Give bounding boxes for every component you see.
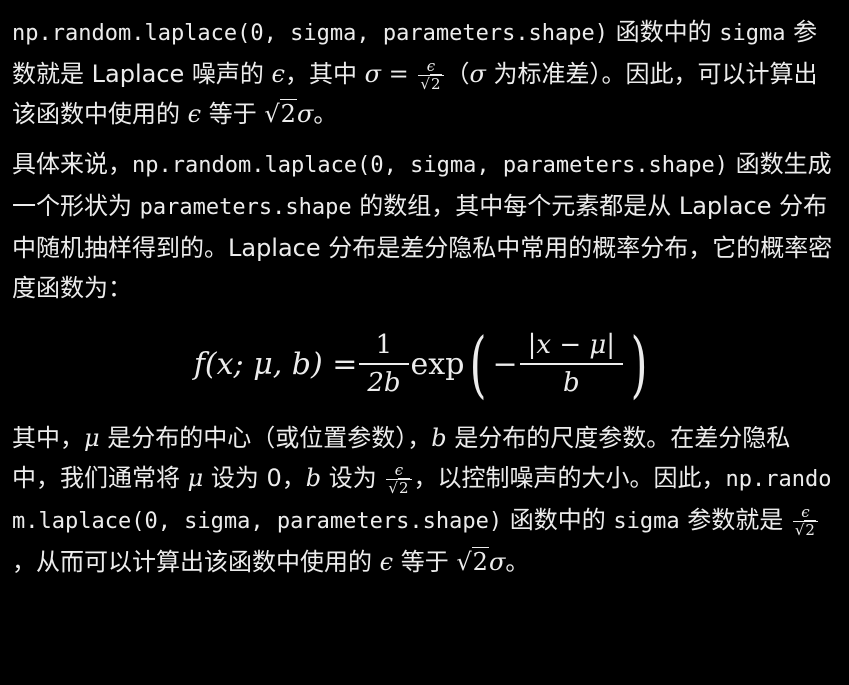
- math-mu: μ: [187, 464, 204, 492]
- math-b: b: [305, 464, 322, 492]
- math-sigma: σ: [469, 60, 486, 88]
- formula-minus: −: [492, 346, 518, 382]
- fraction-numerator: |x − μ|: [527, 330, 616, 360]
- left-paren: (: [470, 322, 487, 406]
- text: 等于: [393, 548, 457, 576]
- text: 具体来说，: [12, 150, 132, 178]
- text: 设为: [321, 464, 385, 492]
- paragraph-2: 具体来说，np.random.laplace(0, sigma, paramet…: [12, 144, 835, 308]
- text: 。: [313, 100, 338, 128]
- sqrt-argument: 2: [279, 99, 297, 128]
- inline-code: np.random.laplace(0, sigma, parameters.s…: [12, 21, 609, 46]
- fraction-numerator: ϵ: [394, 460, 404, 479]
- formula-inner-fraction: |x − μ| b: [519, 327, 624, 401]
- inline-code: sigma: [719, 21, 786, 46]
- math-sigma-equals: σ =: [364, 60, 417, 88]
- math-mu: μ: [84, 424, 100, 452]
- paragraph-1: np.random.laplace(0, sigma, parameters.s…: [12, 12, 835, 134]
- fraction-numerator: ϵ: [426, 56, 436, 75]
- sqrt-argument: 2: [397, 477, 410, 497]
- text: ，从而可以计算出该函数中使用的: [12, 548, 380, 576]
- inline-code: sigma: [613, 509, 680, 534]
- fraction-numerator: 1: [375, 330, 393, 360]
- sqrt-argument: 2: [429, 73, 442, 93]
- math-epsilon: ϵ: [187, 100, 202, 128]
- math-b: b: [431, 424, 447, 452]
- math-fraction: ϵ √2: [418, 56, 444, 93]
- text: ，其中: [285, 60, 365, 88]
- text: 设为 0，: [203, 464, 306, 492]
- math-sqrt: √2: [264, 99, 297, 128]
- text: 其中，: [12, 424, 84, 452]
- text: 。: [505, 548, 530, 576]
- inline-code: parameters.shape: [139, 195, 352, 220]
- fraction-denominator: 2b: [359, 363, 409, 401]
- math-sqrt: √2: [456, 547, 489, 576]
- inline-code: np.random.laplace(0, sigma, parameters.s…: [132, 153, 729, 178]
- math-epsilon: ϵ: [379, 548, 394, 576]
- fraction-denominator: √2: [792, 519, 818, 539]
- right-paren: ): [630, 322, 648, 406]
- answer-text: np.random.laplace(0, sigma, parameters.s…: [0, 0, 849, 582]
- fraction-numerator: ϵ: [801, 502, 810, 521]
- paragraph-3: 其中，μ 是分布的中心（或位置参数），b 是分布的尺度参数。在差分隐私中，我们通…: [12, 418, 835, 582]
- sqrt-argument: 2: [804, 519, 816, 539]
- text: 函数中的: [502, 506, 614, 534]
- fraction-denominator: b: [519, 363, 624, 401]
- text: （: [445, 60, 470, 88]
- text: 函数中的: [608, 18, 720, 46]
- math-sigma: σ: [488, 548, 506, 576]
- text: 参数就是: [679, 506, 791, 534]
- math-fraction: ϵ √2: [792, 502, 818, 539]
- text: 等于: [201, 100, 265, 128]
- formula-fraction: 1 2b: [359, 327, 409, 401]
- math-fraction: ϵ √2: [386, 460, 412, 497]
- fraction-denominator: √2: [418, 73, 444, 93]
- text: 是分布的中心（或位置参数），: [99, 424, 432, 452]
- fraction-denominator: √2: [386, 477, 412, 497]
- formula-lhs: f(x; μ, b) =: [193, 346, 358, 382]
- math-epsilon: ϵ: [271, 60, 285, 88]
- math-sigma: σ: [296, 100, 314, 128]
- sqrt-argument: 2: [471, 547, 489, 576]
- formula-exp: exp: [410, 346, 465, 382]
- text: ，以控制噪声的大小。因此，: [413, 464, 726, 492]
- laplace-pdf-formula: f(x; μ, b) = 1 2b exp ( − |x − μ| b ): [12, 316, 835, 412]
